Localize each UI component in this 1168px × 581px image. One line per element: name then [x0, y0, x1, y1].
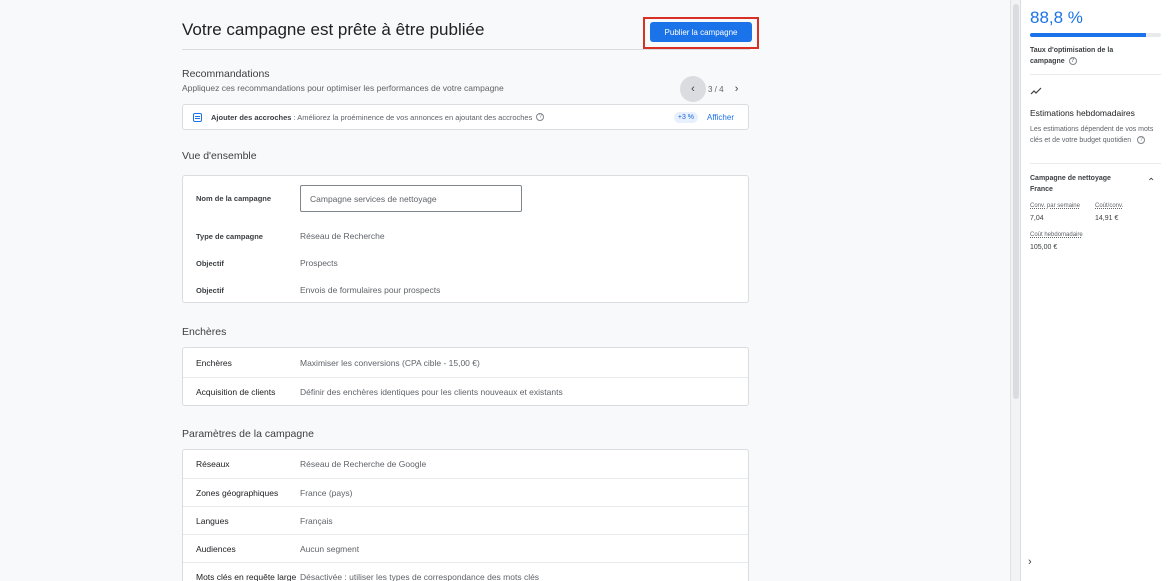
publish-campaign-button[interactable]: Publier la campagne	[650, 22, 752, 42]
row-label: Type de campagne	[196, 231, 263, 241]
row-value: Envois de formulaires pour prospects	[300, 285, 441, 295]
recommendations-title: Recommandations	[182, 68, 270, 80]
row-label: Acquisition de clients	[196, 387, 276, 397]
overview-title: Vue d'ensemble	[182, 150, 257, 162]
recommendation-card: Ajouter des accroches : Améliorez la pro…	[182, 104, 749, 130]
callout-icon	[193, 112, 202, 122]
row-value: Français	[300, 515, 333, 526]
chevron-up-icon[interactable]: ⌃	[1147, 177, 1155, 188]
row-label: Réseaux	[196, 459, 230, 469]
customer-acquisition-row[interactable]: Acquisition de clients Définir des enchè…	[183, 377, 748, 406]
overview-row: Objectif Envois de formulaires pour pros…	[183, 282, 748, 298]
bidding-title: Enchères	[182, 326, 227, 338]
bidding-row[interactable]: Enchères Maximiser les conversions (CPA …	[183, 348, 748, 377]
row-value: Désactivée : utiliser les types de corre…	[300, 571, 540, 581]
settings-title: Paramètres de la campagne	[182, 428, 314, 440]
publish-button-highlight: Publier la campagne	[643, 17, 759, 49]
row-label: Mots clés en requête large	[196, 571, 297, 581]
estimates-description: Les estimations dépendent de vos mots cl…	[1030, 124, 1155, 146]
row-value: Prospects	[300, 258, 338, 268]
optimization-score-fill	[1030, 33, 1147, 37]
row-label: Objectif	[196, 285, 224, 295]
overview-row: Objectif Prospects	[183, 255, 748, 271]
recommendation-title: Ajouter des accroches	[211, 112, 292, 122]
networks-row[interactable]: Réseaux Réseau de Recherche de Google	[183, 450, 748, 478]
bidding-card: Enchères Maximiser les conversions (CPA …	[182, 347, 749, 406]
chevron-left-icon[interactable]: ‹	[680, 76, 706, 102]
row-label: Langues	[196, 515, 229, 526]
main-content: Votre campagne est prête à être publiée …	[0, 0, 1010, 581]
row-value: Définir des enchères identiques pour les…	[300, 387, 563, 397]
main-scrollbar[interactable]	[1010, 0, 1020, 581]
divider	[1030, 74, 1161, 75]
recommendation-text: : Améliorez la proéminence de vos annonc…	[293, 112, 533, 122]
row-value: Maximiser les conversions (CPA cible - 1…	[300, 357, 480, 368]
chevron-right-icon[interactable]: ›	[730, 83, 744, 95]
uplift-badge: +3 %	[673, 111, 699, 123]
row-value: Réseau de Recherche de Google	[300, 459, 427, 469]
audiences-row[interactable]: Audiences Aucun segment	[183, 534, 748, 562]
divider	[182, 49, 750, 50]
campaign-name-label: Nom de la campagne	[196, 194, 272, 203]
divider	[1030, 163, 1161, 164]
pager-count: 3 / 4	[708, 84, 724, 94]
estimates-description-text: Les estimations dépendent de vos mots cl…	[1030, 126, 1154, 144]
cost-per-conversion-label: Coût/conv.	[1095, 203, 1124, 209]
overview-card: Nom de la campagne Type de campagne Rése…	[182, 175, 749, 303]
conversions-value: 7,04	[1030, 215, 1044, 222]
row-value: France (pays)	[300, 487, 353, 498]
help-icon[interactable]: ?	[1137, 136, 1146, 145]
settings-card: Réseaux Réseau de Recherche de Google Zo…	[182, 449, 749, 581]
optimization-score-bar	[1030, 33, 1161, 37]
row-value: Aucun segment	[300, 543, 360, 554]
chevron-right-icon[interactable]: ›	[1028, 556, 1032, 568]
optimization-score-label: Taux d'optimisation de la campagne ?	[1030, 45, 1140, 67]
campaign-name: Campagne de nettoyage France	[1030, 175, 1111, 193]
campaign-name-input[interactable]	[300, 185, 522, 212]
languages-row[interactable]: Langues Français	[183, 506, 748, 534]
help-icon[interactable]: ?	[1068, 57, 1077, 66]
recommendations-pager: ‹ 3 / 4 ›	[680, 76, 744, 102]
row-label: Audiences	[196, 543, 236, 554]
row-label: Enchères	[196, 357, 232, 368]
conversions-label: Conv. par semaine	[1030, 203, 1080, 209]
optimization-score: 88,8 %	[1030, 8, 1083, 27]
scrollbar-thumb[interactable]	[1013, 4, 1019, 399]
overview-row: Type de campagne Réseau de Recherche	[183, 228, 748, 244]
row-value: Réseau de Recherche	[300, 231, 385, 241]
row-label: Objectif	[196, 258, 224, 268]
cost-per-conversion-value: 14,91 €	[1095, 215, 1119, 222]
view-recommendation-link[interactable]: Afficher	[707, 113, 734, 122]
locations-row[interactable]: Zones géographiques France (pays)	[183, 478, 748, 506]
weekly-cost-label: Coût hebdomadaire	[1030, 232, 1083, 238]
row-label: Zones géographiques	[196, 487, 279, 498]
weekly-cost-value: 105,00 €	[1030, 244, 1058, 251]
help-icon[interactable]: ?	[536, 113, 545, 121]
recommendations-subtitle: Appliquez ces recommandations pour optim…	[182, 83, 504, 93]
broad-match-row[interactable]: Mots clés en requête large Désactivée : …	[183, 562, 748, 581]
trending-up-icon	[1030, 87, 1042, 95]
estimates-title: Estimations hebdomadaires	[1030, 108, 1135, 118]
campaign-name-row: Nom de la campagne	[183, 185, 748, 212]
page-title: Votre campagne est prête à être publiée	[182, 20, 485, 39]
optimization-panel: 88,8 % Taux d'optimisation de la campagn…	[1020, 0, 1168, 581]
